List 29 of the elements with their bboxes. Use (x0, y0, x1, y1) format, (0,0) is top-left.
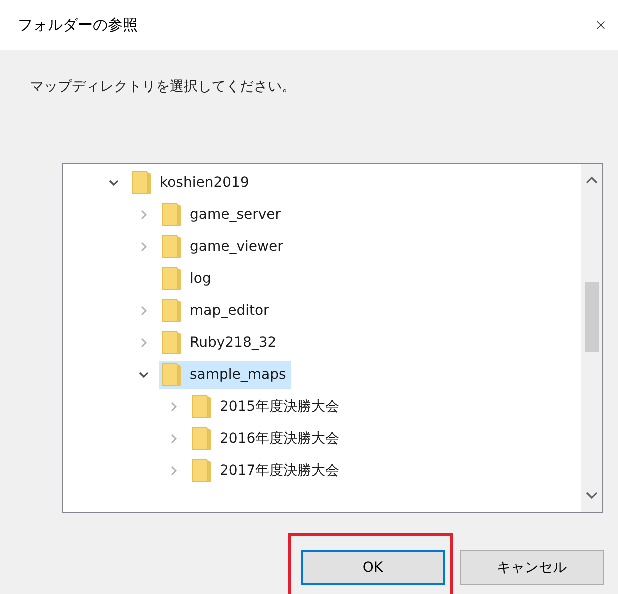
folder-icon (162, 331, 182, 355)
cancel-button[interactable]: キャンセル (460, 550, 604, 585)
scroll-down-icon[interactable] (586, 492, 598, 500)
folder-icon (132, 171, 152, 195)
tree-item[interactable]: 2016年度決勝大会 (189, 425, 345, 453)
tree-item[interactable]: sample_maps (159, 361, 292, 389)
tree-item[interactable]: game_viewer (159, 233, 288, 261)
folder-icon (162, 235, 182, 259)
tree-item[interactable]: koshien2019 (129, 169, 254, 197)
tree-item[interactable]: 2017年度決勝大会 (189, 457, 345, 485)
tree-item[interactable]: Ruby218_32 (159, 329, 282, 357)
tree-item[interactable]: map_editor (159, 297, 274, 325)
scrollbar[interactable] (581, 164, 602, 512)
window-title: フォルダーの参照 (18, 16, 138, 34)
tree-item[interactable]: 2015年度決勝大会 (189, 393, 345, 421)
tree-item[interactable]: game_server (159, 201, 286, 229)
scroll-thumb[interactable] (585, 282, 599, 352)
ok-button[interactable]: OK (301, 550, 445, 585)
folder-icon (162, 203, 182, 227)
scroll-up-icon[interactable] (586, 176, 598, 184)
folder-icon (192, 427, 212, 451)
instruction-text: マップディレクトリを選択してください。 (30, 78, 296, 96)
tree-item[interactable]: log (159, 265, 216, 293)
folder-icon (192, 395, 212, 419)
folder-icon (192, 459, 212, 483)
close-button[interactable]: × (584, 16, 618, 34)
folder-icon (162, 267, 182, 291)
folder-icon (162, 299, 182, 323)
folder-icon (162, 363, 182, 387)
